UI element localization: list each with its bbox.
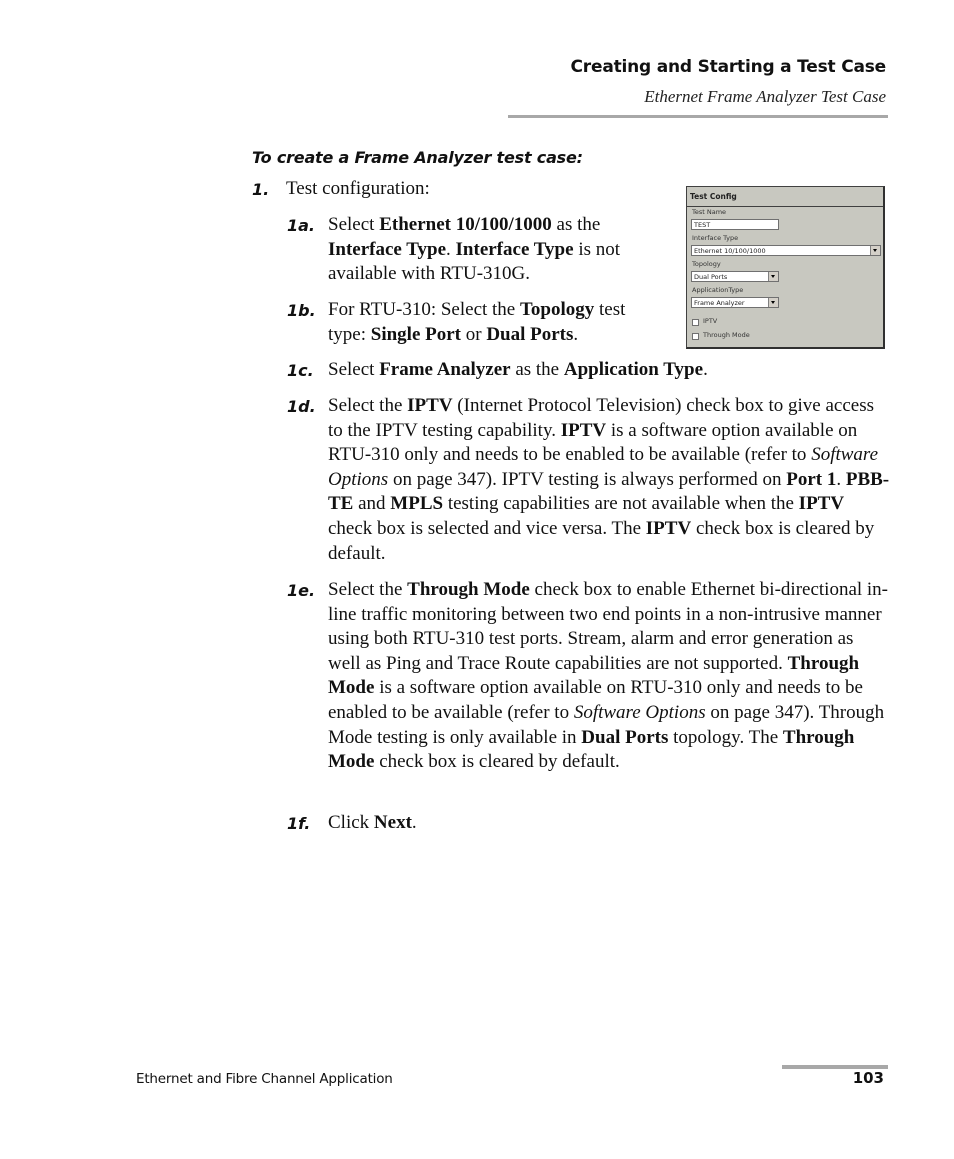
document-title: Ethernet and Fibre Channel Application xyxy=(136,1071,393,1087)
section-title: Ethernet Frame Analyzer Test Case xyxy=(644,87,886,106)
iptv-label: IPTV xyxy=(703,317,718,325)
through-mode-label: Through Mode xyxy=(703,331,750,339)
topology-label: Topology xyxy=(692,260,721,268)
step-text: Select Frame Analyzer as the Application… xyxy=(328,359,708,380)
dialog-title: Test Config xyxy=(687,187,883,207)
interface-type-select[interactable]: Ethernet 10/100/1000 xyxy=(691,245,881,256)
test-name-input[interactable]: TEST xyxy=(691,219,779,230)
header-divider xyxy=(508,115,888,118)
step-number: 1e. xyxy=(287,581,316,600)
step-number: 1. xyxy=(252,180,270,199)
test-name-label: Test Name xyxy=(692,208,727,216)
procedure-title: To create a Frame Analyzer test case: xyxy=(252,148,583,167)
step-number: 1c. xyxy=(287,361,314,380)
topology-select[interactable]: Dual Ports xyxy=(691,271,779,282)
chevron-down-icon[interactable] xyxy=(768,298,778,307)
page-number: 103 xyxy=(852,1069,884,1087)
step-text: Click Next. xyxy=(328,812,417,833)
chevron-down-icon[interactable] xyxy=(768,272,778,281)
interface-type-label: Interface Type xyxy=(692,234,739,242)
step-text: Select Ethernet 10/100/1000 as the Inter… xyxy=(328,214,621,285)
application-type-select[interactable]: Frame Analyzer xyxy=(691,297,779,308)
step-text: Select the Through Mode check box to ena… xyxy=(328,579,889,773)
step-number: 1b. xyxy=(287,301,316,320)
application-type-label: ApplicationType xyxy=(692,286,744,294)
step-number: 1f. xyxy=(287,814,311,833)
step-text: For RTU-310: Select the Topology test ty… xyxy=(328,299,626,345)
test-config-dialog: Test Config Test Name TEST Interface Typ… xyxy=(686,186,885,349)
through-mode-checkbox[interactable] xyxy=(692,333,699,340)
chapter-title: Creating and Starting a Test Case xyxy=(570,57,887,77)
interface-type-value: Ethernet 10/100/1000 xyxy=(694,247,766,255)
step-number: 1a. xyxy=(287,216,316,235)
application-type-value: Frame Analyzer xyxy=(694,299,745,307)
iptv-checkbox[interactable] xyxy=(692,319,699,326)
step-number: 1d. xyxy=(287,397,316,416)
topology-value: Dual Ports xyxy=(694,273,728,281)
step-text: Test configuration: xyxy=(286,178,430,199)
step-text: Select the IPTV (Internet Protocol Telev… xyxy=(328,395,890,564)
chevron-down-icon[interactable] xyxy=(870,246,880,255)
